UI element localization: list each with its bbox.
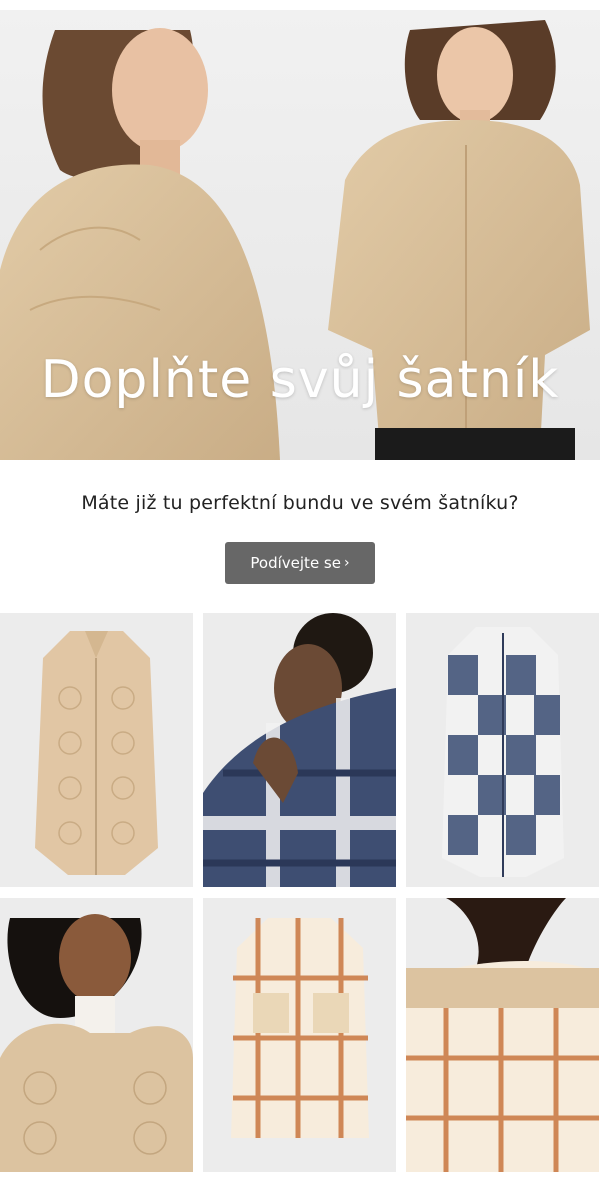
product-image: [406, 898, 599, 1172]
product-tile-model-navy-check-shirt-jacket[interactable]: [203, 613, 396, 887]
product-tile-model-back-cream-check-jacket[interactable]: [406, 898, 599, 1172]
product-image: [203, 613, 396, 887]
hero-banner[interactable]: Doplňte svůj šatník: [0, 10, 600, 460]
view-button-label: Podívejte se: [250, 554, 341, 572]
product-tile-model-beige-quilted-jacket[interactable]: [0, 898, 193, 1172]
intro-text: Máte již tu perfektní bundu ve svém šatn…: [81, 492, 519, 514]
view-button[interactable]: Podívejte se ›: [225, 542, 375, 584]
product-tile-navy-check-long-shirt-coat[interactable]: [406, 613, 599, 887]
hero-title: Doplňte svůj šatník: [40, 350, 560, 410]
chevron-right-icon: ›: [343, 555, 350, 571]
product-image: [35, 631, 158, 875]
product-tile-cream-rust-check-shirt-jacket[interactable]: [203, 898, 396, 1172]
product-image: [0, 914, 193, 1172]
product-image: [442, 627, 564, 877]
product-image: [231, 918, 369, 1138]
product-tile-beige-quilted-long-coat[interactable]: [0, 613, 193, 887]
